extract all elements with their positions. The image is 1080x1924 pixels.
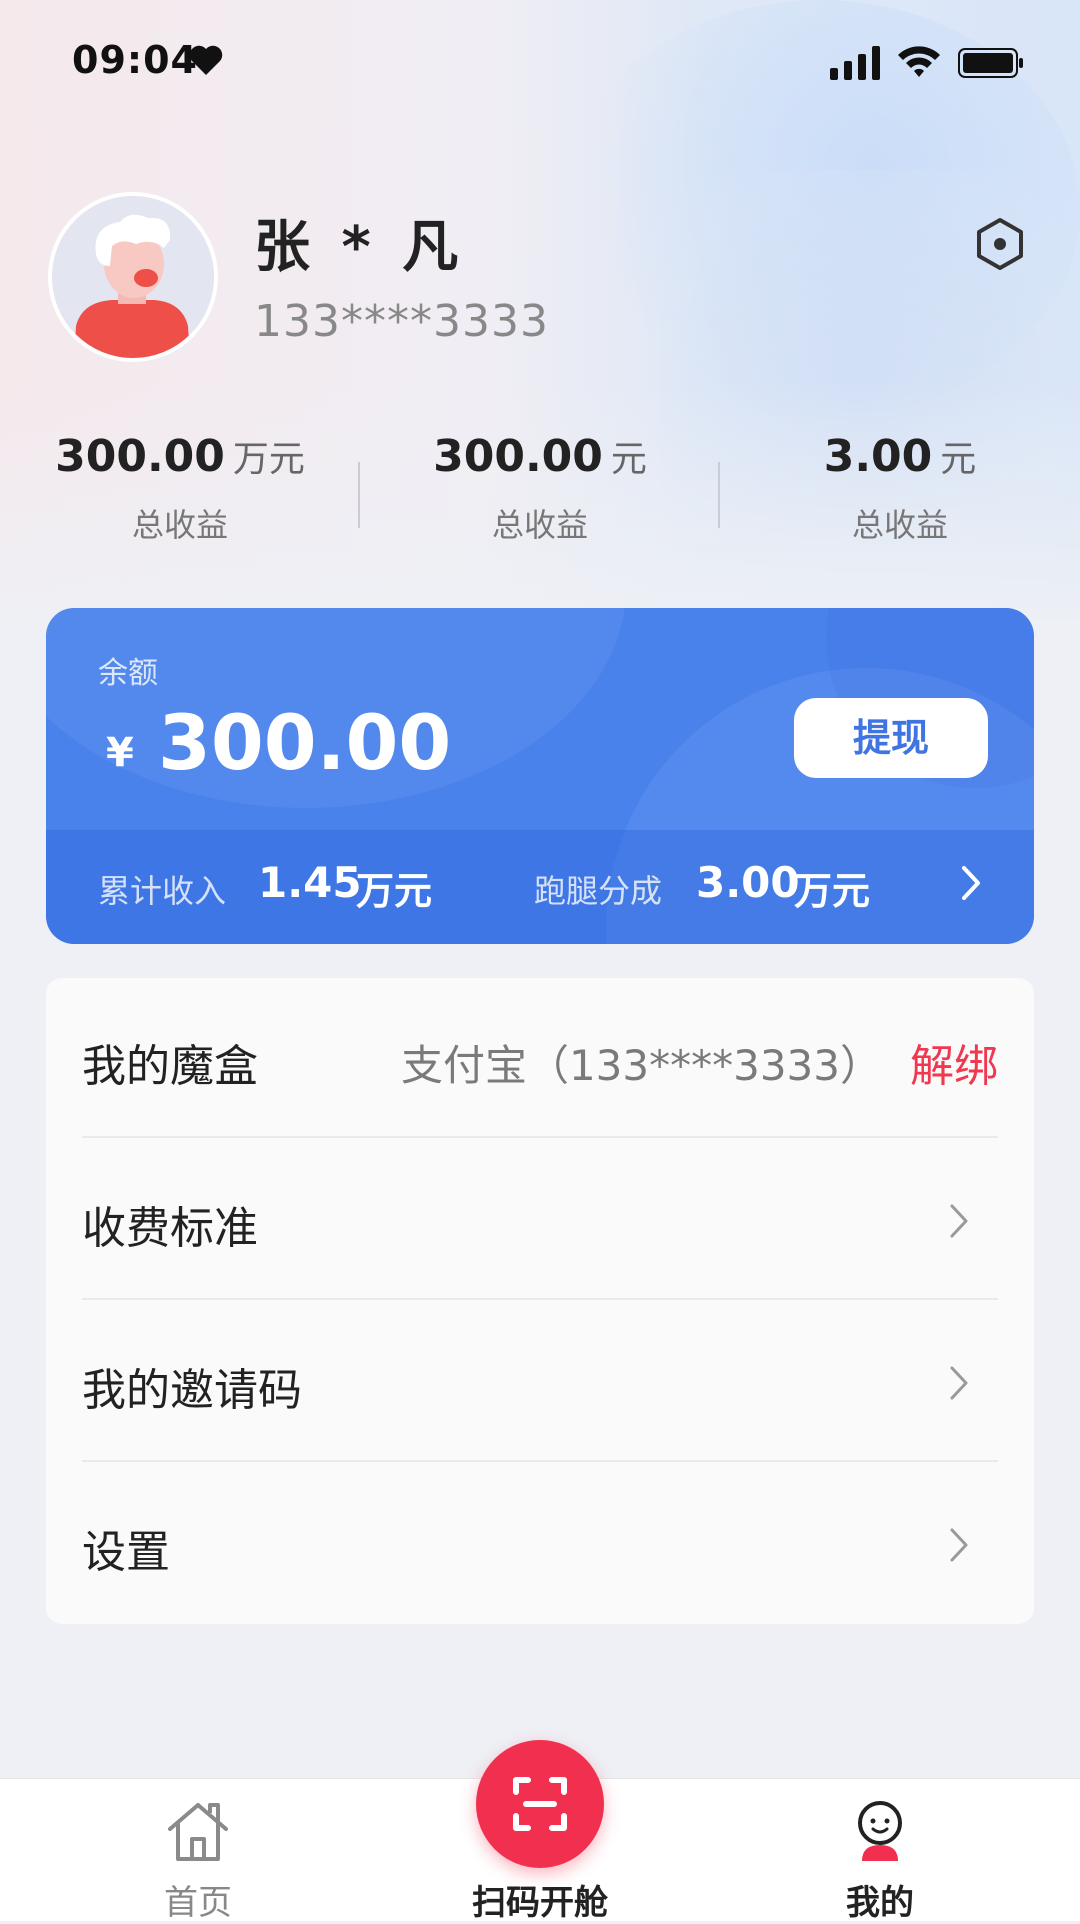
withdraw-button[interactable]: 提现 — [794, 698, 988, 778]
cumulative-income-label: 累计收入 — [98, 872, 227, 910]
balance-card: 余额 ¥ 300.00 提现 累计收入 1.45 万元 跑腿分成 3.00 万元 — [46, 608, 1034, 944]
balance-label: 余额 — [98, 656, 158, 691]
cumulative-income-value: 1.45 — [258, 858, 362, 907]
cumulative-income-unit: 万元 — [356, 869, 433, 913]
profile-icon — [858, 1801, 902, 1861]
user-name: 张 * 凡 — [254, 215, 465, 280]
stat-unit: 元 — [940, 439, 977, 480]
tab-label: 首页 — [164, 1883, 232, 1923]
divider — [82, 1136, 998, 1138]
avatar[interactable] — [48, 192, 218, 362]
stat-label: 总收益 — [131, 506, 228, 544]
unbind-button[interactable]: 解绑 — [910, 1030, 998, 1094]
stat-unit: 万元 — [232, 439, 305, 480]
user-phone: 133****3333 — [254, 296, 549, 347]
menu-item-fee-standard[interactable]: 收费标准 — [82, 1140, 998, 1300]
stat-divider — [718, 462, 720, 528]
errand-share-unit: 万元 — [794, 869, 871, 913]
menu-item-magic-box[interactable]: 我的魔盒 支付宝（133****3333） 解绑 — [82, 978, 998, 1138]
heart-icon — [189, 45, 223, 75]
scan-icon — [513, 1777, 567, 1831]
menu-item-settings[interactable]: 设置 — [82, 1464, 998, 1624]
wifi-icon — [898, 46, 940, 77]
tab-label: 我的 — [846, 1883, 914, 1923]
stat-value: 300.00 — [433, 431, 603, 482]
chevron-right-icon[interactable] — [954, 858, 988, 908]
stat-item: 300.00 元 总收益 — [360, 430, 720, 546]
battery-icon — [958, 48, 1023, 78]
divider — [82, 1460, 998, 1462]
earnings-stats: 300.00 万元 总收益 300.00 元 总收益 3.00 元 总收益 — [0, 430, 1080, 550]
balance-amount: 300.00 — [158, 698, 452, 787]
stat-divider — [358, 462, 360, 528]
menu-item-label: 我的魔盒 — [82, 1041, 258, 1092]
settings-hexagon-icon[interactable] — [972, 216, 1028, 272]
stat-item: 300.00 万元 总收益 — [0, 430, 360, 546]
stat-value: 3.00 — [823, 431, 933, 482]
menu-item-invite-code[interactable]: 我的邀请码 — [82, 1302, 998, 1462]
menu-item-label: 我的邀请码 — [82, 1365, 302, 1416]
chevron-right-icon — [950, 1528, 968, 1562]
status-time: 09:04 — [72, 38, 198, 82]
errand-share-label: 跑腿分成 — [534, 872, 663, 910]
status-bar: 09:04 — [0, 0, 1080, 120]
avatar-illustration — [52, 196, 214, 358]
chevron-right-icon — [950, 1204, 968, 1238]
divider — [82, 1298, 998, 1300]
payment-account: 支付宝（133****3333） — [400, 1041, 882, 1090]
stat-value: 300.00 — [55, 431, 225, 482]
home-icon — [168, 1803, 228, 1861]
scan-open-button[interactable] — [476, 1740, 604, 1868]
tab-label: 扫码开舱 — [472, 1883, 608, 1923]
stat-label: 总收益 — [491, 506, 588, 544]
chevron-right-icon — [950, 1366, 968, 1400]
menu-list: 我的魔盒 支付宝（133****3333） 解绑 收费标准 我的邀请码 设置 — [46, 978, 1034, 1624]
stat-item: 3.00 元 总收益 — [720, 430, 1080, 546]
stat-unit: 元 — [610, 439, 647, 480]
errand-share-value: 3.00 — [696, 858, 800, 907]
menu-item-label: 收费标准 — [82, 1203, 258, 1254]
currency-symbol: ¥ — [106, 730, 134, 776]
menu-item-label: 设置 — [82, 1527, 170, 1578]
signal-icon — [830, 46, 880, 80]
stat-label: 总收益 — [851, 506, 948, 544]
